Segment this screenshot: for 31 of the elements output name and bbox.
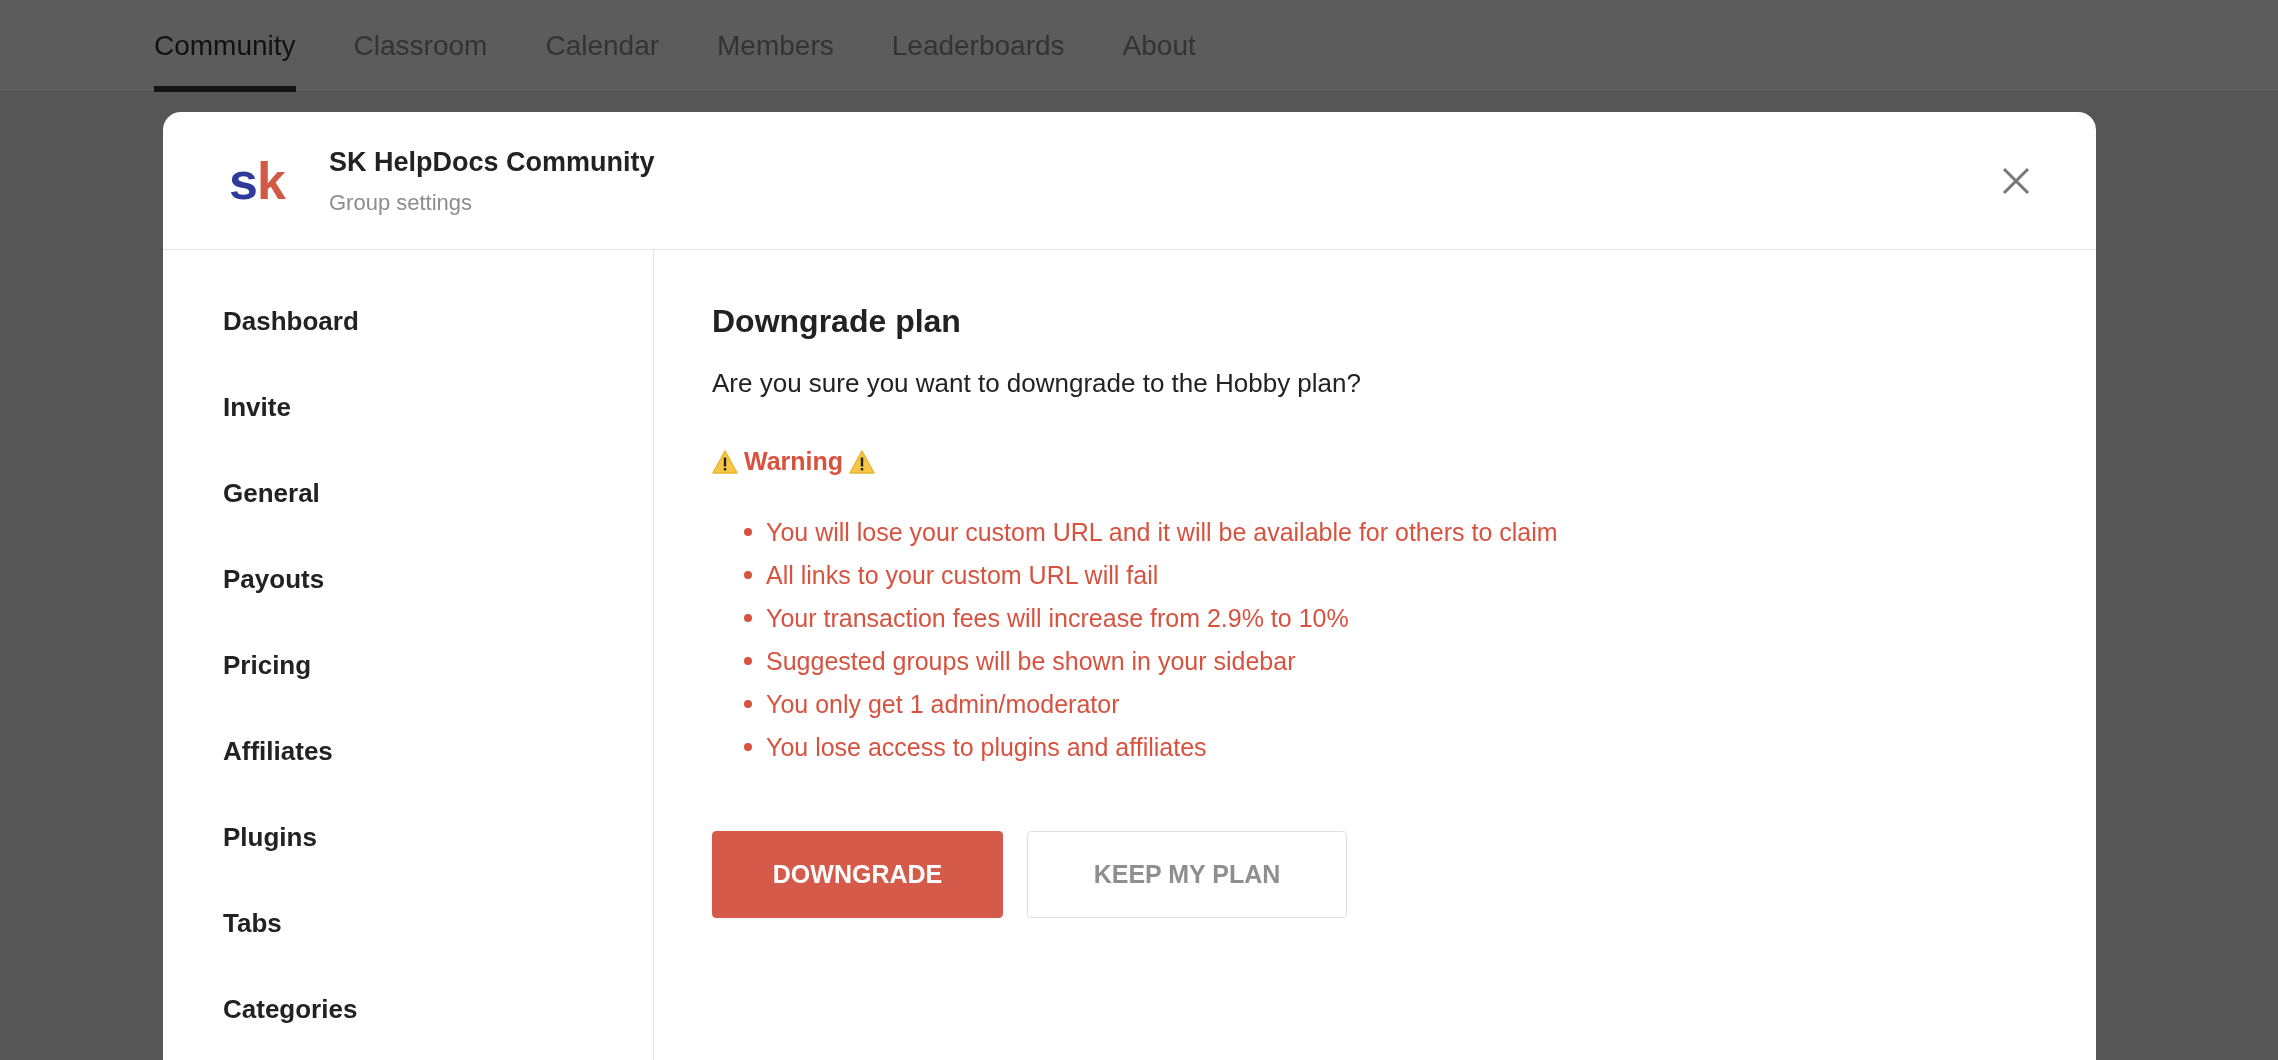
close-icon [2002, 166, 2030, 195]
group-name: SK HelpDocs Community [329, 145, 655, 179]
logo: sk [229, 154, 287, 207]
bullet-dot [744, 743, 752, 752]
sidebar-item[interactable]: Invite [223, 364, 291, 450]
bullet-dot [744, 528, 752, 537]
warning-item: Your transaction fees will increase from 2.9% to 10% [766, 602, 1349, 634]
sidebar-item[interactable]: General [223, 450, 320, 536]
warning-item: All links to your custom URL will fail [766, 559, 1159, 591]
dialog-subtitle: Group settings [329, 189, 474, 218]
sidebar-item[interactable]: Plugins [223, 794, 317, 880]
bullet-dot [744, 571, 752, 580]
warning-label: Warning [744, 446, 844, 478]
sidebar-item[interactable]: Categories [223, 966, 358, 1052]
warning-icon [849, 450, 876, 475]
sidebar-item[interactable]: Tabs [223, 880, 282, 966]
sidebar-item[interactable]: Affiliates [223, 708, 333, 794]
bullet-dot [744, 657, 752, 666]
bullet-dot [744, 614, 752, 623]
warning-item: You lose access to plugins and affiliates [766, 731, 1207, 763]
confirm-question: Are you sure you want to downgrade to the Hobby plan? [712, 367, 1362, 401]
section-heading: Downgrade plan [712, 302, 962, 341]
sidebar-item[interactable]: Dashboard [223, 278, 359, 364]
bullet-dot [744, 700, 752, 709]
warning-icon [712, 450, 738, 475]
warning-item: You only get 1 admin/moderator [766, 688, 1120, 720]
downgrade-button[interactable]: DOWNGRADE [712, 830, 1003, 918]
warning-item: Suggested groups will be shown in your sidebar [766, 645, 1296, 677]
sidebar-item[interactable]: Pricing [223, 622, 312, 708]
warning-item: You will lose your custom URL and it will be available for others to claim [766, 516, 1558, 548]
sidebar-item[interactable]: Payouts [223, 536, 325, 622]
